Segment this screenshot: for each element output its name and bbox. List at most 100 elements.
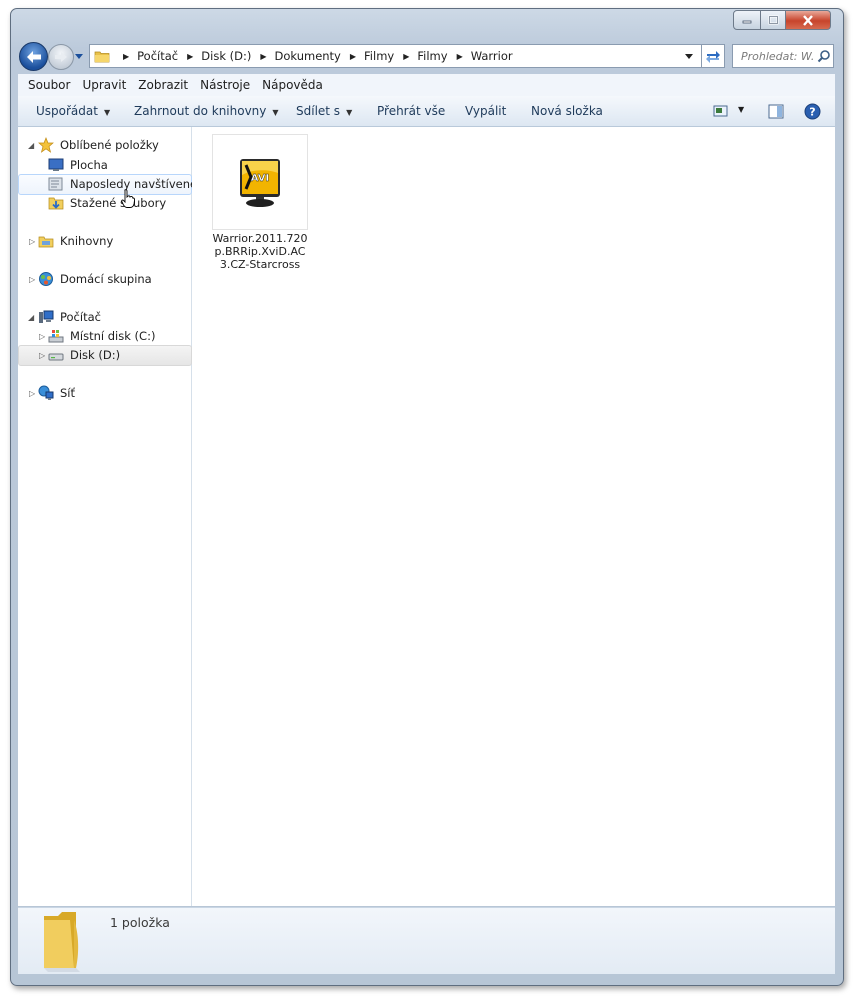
nav-favorites-label: Oblíbené položky <box>60 138 159 152</box>
nav-item-label: Disk (D:) <box>70 348 121 362</box>
desktop-icon <box>48 158 64 171</box>
nav-computer-label: Počítač <box>60 310 101 324</box>
chevron-down-icon <box>685 54 693 59</box>
expand-arrow-icon[interactable]: ▷ <box>39 332 45 341</box>
network-icon <box>38 385 54 400</box>
nav-computer[interactable]: Počítač <box>38 309 101 325</box>
view-icon <box>713 105 728 117</box>
file-name: Warrior.2011.720p.BRRip.XviD.AC3.CZ-Star… <box>212 232 308 271</box>
nav-network[interactable]: Síť <box>38 385 75 401</box>
refresh-icon <box>706 51 720 63</box>
forward-button[interactable] <box>48 44 74 70</box>
item-count: 1 položka <box>110 915 170 930</box>
star-icon <box>38 137 54 153</box>
nav-homegroup-label: Domácí skupina <box>60 272 152 286</box>
local-disk-icon <box>48 330 64 343</box>
breadcrumb-item[interactable]: Počítač <box>137 49 178 63</box>
nav-item-downloads[interactable]: Stažené soubory <box>48 195 166 211</box>
collapse-arrow-icon[interactable]: ◢ <box>28 313 34 322</box>
search-input[interactable] <box>739 48 817 64</box>
organize-button[interactable]: Uspořádat ▼ <box>36 104 110 118</box>
recent-places-icon <box>48 177 63 191</box>
close-button[interactable] <box>786 10 831 30</box>
breadcrumb-separator-icon[interactable]: ▶ <box>403 52 409 61</box>
help-button[interactable]: ? <box>804 103 821 123</box>
breadcrumb-separator-icon[interactable]: ▶ <box>457 52 463 61</box>
nav-item-label: Místní disk (C:) <box>70 329 156 343</box>
svg-text:?: ? <box>809 106 815 119</box>
nav-network-label: Síť <box>60 386 76 400</box>
include-library-button[interactable]: Zahrnout do knihovny ▼ <box>134 104 279 118</box>
maximize-button[interactable] <box>761 10 786 30</box>
breadcrumb-separator-icon[interactable]: ▶ <box>260 52 266 61</box>
search-icon[interactable] <box>817 49 831 63</box>
breadcrumb-item[interactable]: Disk (D:) <box>201 49 251 63</box>
breadcrumb-item[interactable]: Filmy <box>364 49 394 63</box>
menu-upravit[interactable]: Upravit <box>82 78 126 92</box>
minimize-icon <box>742 20 752 24</box>
expand-arrow-icon[interactable]: ▷ <box>39 351 45 360</box>
nav-libraries[interactable]: Knihovny <box>38 233 113 249</box>
refresh-button[interactable] <box>702 44 725 68</box>
share-button[interactable]: Sdílet s ▼ <box>296 104 352 118</box>
new-folder-button[interactable]: Nová složka <box>531 104 603 118</box>
expand-arrow-icon[interactable]: ▷ <box>29 237 35 246</box>
downloads-folder-icon <box>48 197 64 210</box>
breadcrumb: ▶ Počítač ▶ Disk (D:) ▶ Dokumenty ▶ Film… <box>114 49 513 63</box>
breadcrumb-item[interactable]: Filmy <box>417 49 447 63</box>
address-bar[interactable]: ▶ Počítač ▶ Disk (D:) ▶ Dokumenty ▶ Film… <box>89 44 702 68</box>
chevron-down-icon: ▼ <box>272 108 279 117</box>
nav-item-label: Stažené soubory <box>70 196 167 210</box>
nav-item-desktop[interactable]: Plocha <box>48 157 108 173</box>
nav-libraries-label: Knihovny <box>60 234 114 248</box>
homegroup-icon <box>39 272 53 286</box>
view-options-dropdown[interactable]: ▼ <box>738 105 744 114</box>
breadcrumb-item[interactable]: Warrior <box>471 49 513 63</box>
close-icon <box>803 14 813 26</box>
help-icon: ? <box>804 103 821 120</box>
libraries-icon <box>38 236 54 248</box>
burn-button[interactable]: Vypálit <box>465 104 506 118</box>
nav-homegroup[interactable]: Domácí skupina <box>38 271 152 287</box>
organize-label: Uspořádat <box>36 104 98 118</box>
include-library-label: Zahrnout do knihovny <box>134 104 267 118</box>
minimize-button[interactable] <box>733 10 761 30</box>
file-thumbnail: AVI <box>212 134 308 230</box>
avi-file-icon: AVI <box>240 159 280 207</box>
address-history-dropdown[interactable] <box>684 50 694 64</box>
breadcrumb-separator-icon[interactable]: ▶ <box>123 52 129 61</box>
menu-bar: Soubor Upravit Zobrazit Nástroje Nápověd… <box>18 74 835 97</box>
disk-drive-icon <box>48 353 64 361</box>
breadcrumb-separator-icon[interactable]: ▶ <box>187 52 193 61</box>
expand-arrow-icon[interactable]: ▷ <box>29 389 35 398</box>
preview-pane-button[interactable] <box>768 104 784 122</box>
expand-arrow-icon[interactable]: ▷ <box>29 275 35 284</box>
nav-item-drive-d[interactable]: Disk (D:) <box>48 347 120 363</box>
back-button[interactable] <box>19 42 48 71</box>
hand-cursor-icon <box>121 189 135 208</box>
breadcrumb-separator-icon[interactable]: ▶ <box>350 52 356 61</box>
search-box[interactable] <box>732 44 834 68</box>
back-arrow-icon <box>26 50 41 63</box>
play-all-button[interactable]: Přehrát vše <box>377 104 445 118</box>
file-item[interactable]: AVI Warrior.2011.720p.BRRip.XviD.AC3.CZ-… <box>212 134 308 274</box>
breadcrumb-item[interactable]: Dokumenty <box>275 49 341 63</box>
collapse-arrow-icon[interactable]: ◢ <box>28 141 34 150</box>
chevron-down-icon <box>75 54 83 59</box>
menu-zobrazit[interactable]: Zobrazit <box>138 78 188 92</box>
chevron-down-icon: ▼ <box>346 108 353 117</box>
change-view-button[interactable] <box>713 104 729 121</box>
chevron-down-icon: ▼ <box>103 108 111 117</box>
menu-napoveda[interactable]: Nápověda <box>262 78 323 92</box>
menu-soubor[interactable]: Soubor <box>28 78 70 92</box>
share-label: Sdílet s <box>296 104 341 118</box>
nav-item-label: Plocha <box>70 158 108 172</box>
recent-pages-dropdown[interactable] <box>74 50 84 64</box>
large-folder-icon <box>44 912 80 972</box>
preview-pane-icon <box>768 104 784 119</box>
folder-icon <box>94 51 110 63</box>
menu-nastroje[interactable]: Nástroje <box>200 78 250 92</box>
nav-item-drive-c[interactable]: Místní disk (C:) <box>48 328 155 344</box>
computer-icon <box>39 310 54 323</box>
nav-favorites[interactable]: Oblíbené položky <box>38 137 159 153</box>
